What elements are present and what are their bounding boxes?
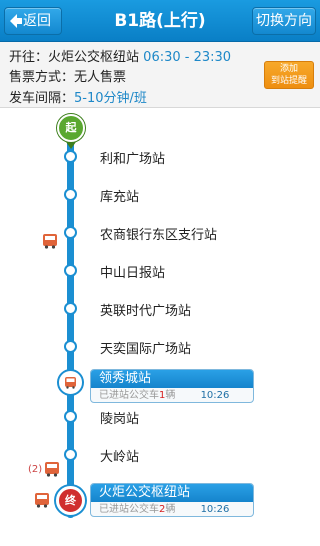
bus-icon <box>65 377 76 389</box>
back-button-label: 返回 <box>23 13 51 29</box>
stop-dot <box>64 410 77 423</box>
stop-dot <box>64 340 77 353</box>
bus-at-station-marker <box>57 369 84 396</box>
stop-dot <box>64 264 77 277</box>
stop-dot <box>64 188 77 201</box>
bus-info-prefix: 已进站公交车 <box>99 390 159 401</box>
end-marker: 终 <box>56 486 85 515</box>
stop-item[interactable]: 大岭站 <box>100 446 139 465</box>
bus-en-route-icon <box>42 233 58 253</box>
bus-info-prefix: 已进站公交车 <box>99 504 159 515</box>
add-arrival-reminder-button[interactable]: 添加 到站提醒 <box>264 61 314 89</box>
callout-bus-info: 已进站公交车1辆 10:26 <box>91 388 253 403</box>
stop-item[interactable]: 陵岗站 <box>100 408 139 427</box>
stop-dot <box>64 226 77 239</box>
interval-row: 发车间隔：5-10分钟/班 <box>9 87 147 106</box>
stop-dot <box>64 302 77 315</box>
station-callout[interactable]: 领秀城站 已进站公交车1辆 10:26 <box>90 369 254 403</box>
terminal-name: 火炬公交枢纽站 <box>48 50 140 65</box>
bus-count-unit: 辆 <box>165 504 176 515</box>
stop-item[interactable]: 农商银行东区支行站 <box>100 224 217 243</box>
bus-en-route-count: (2) <box>28 464 43 475</box>
interval-label: 发车间隔： <box>9 91 75 106</box>
bus-en-route-icon <box>34 492 50 512</box>
remind-line2: 到站提醒 <box>270 76 307 86</box>
station-callout[interactable]: 火炬公交枢纽站 已进站公交车2辆 10:26 <box>90 483 254 517</box>
back-arrow-icon <box>9 8 23 34</box>
ticket-value: 无人售票 <box>74 70 127 85</box>
route-title: B1路(上行) <box>114 11 206 31</box>
stop-dot <box>64 448 77 461</box>
ticket-label: 售票方式： <box>9 70 75 85</box>
stop-item[interactable]: 英联时代广场站 <box>100 300 191 319</box>
bus-count-unit: 辆 <box>165 390 176 401</box>
back-button[interactable]: 返回 <box>4 7 62 35</box>
start-marker: 起 <box>57 114 85 142</box>
route-line-view: 起 利和广场站 库充站 农商银行东区支行站 中山日报站 英联时代广场站 天奕国际… <box>0 108 320 546</box>
remind-line1: 添加 <box>279 64 298 74</box>
callout-bus-info: 已进站公交车2辆 10:26 <box>91 502 253 517</box>
top-bar: 返回 B1路(上行) 切换方向 <box>0 0 320 42</box>
bus-arrival-time: 10:26 <box>200 390 230 401</box>
stop-item[interactable]: 中山日报站 <box>100 262 165 281</box>
callout-station-name: 火炬公交枢纽站 <box>91 484 253 502</box>
interval-value: 5-10分钟/班 <box>74 91 147 106</box>
switch-direction-button[interactable]: 切换方向 <box>252 7 316 35</box>
service-hours: 06:30 - 23:30 <box>143 50 232 65</box>
stop-item[interactable]: 利和广场站 <box>100 148 165 167</box>
stop-dot <box>64 150 77 163</box>
bus-en-route-icon <box>44 461 60 481</box>
terminal-row: 开往：火炬公交枢纽站 06:30 - 23:30 <box>9 46 231 65</box>
stop-item[interactable]: 天奕国际广场站 <box>100 338 191 357</box>
stop-item[interactable]: 库充站 <box>100 186 139 205</box>
bus-arrival-time: 10:26 <box>200 504 230 515</box>
route-info-panel: 开往：火炬公交枢纽站 06:30 - 23:30 售票方式：无人售票 发车间隔：… <box>0 42 320 108</box>
terminal-prefix: 开往： <box>9 50 49 65</box>
callout-station-name: 领秀城站 <box>91 370 253 388</box>
ticket-row: 售票方式：无人售票 <box>9 66 126 85</box>
